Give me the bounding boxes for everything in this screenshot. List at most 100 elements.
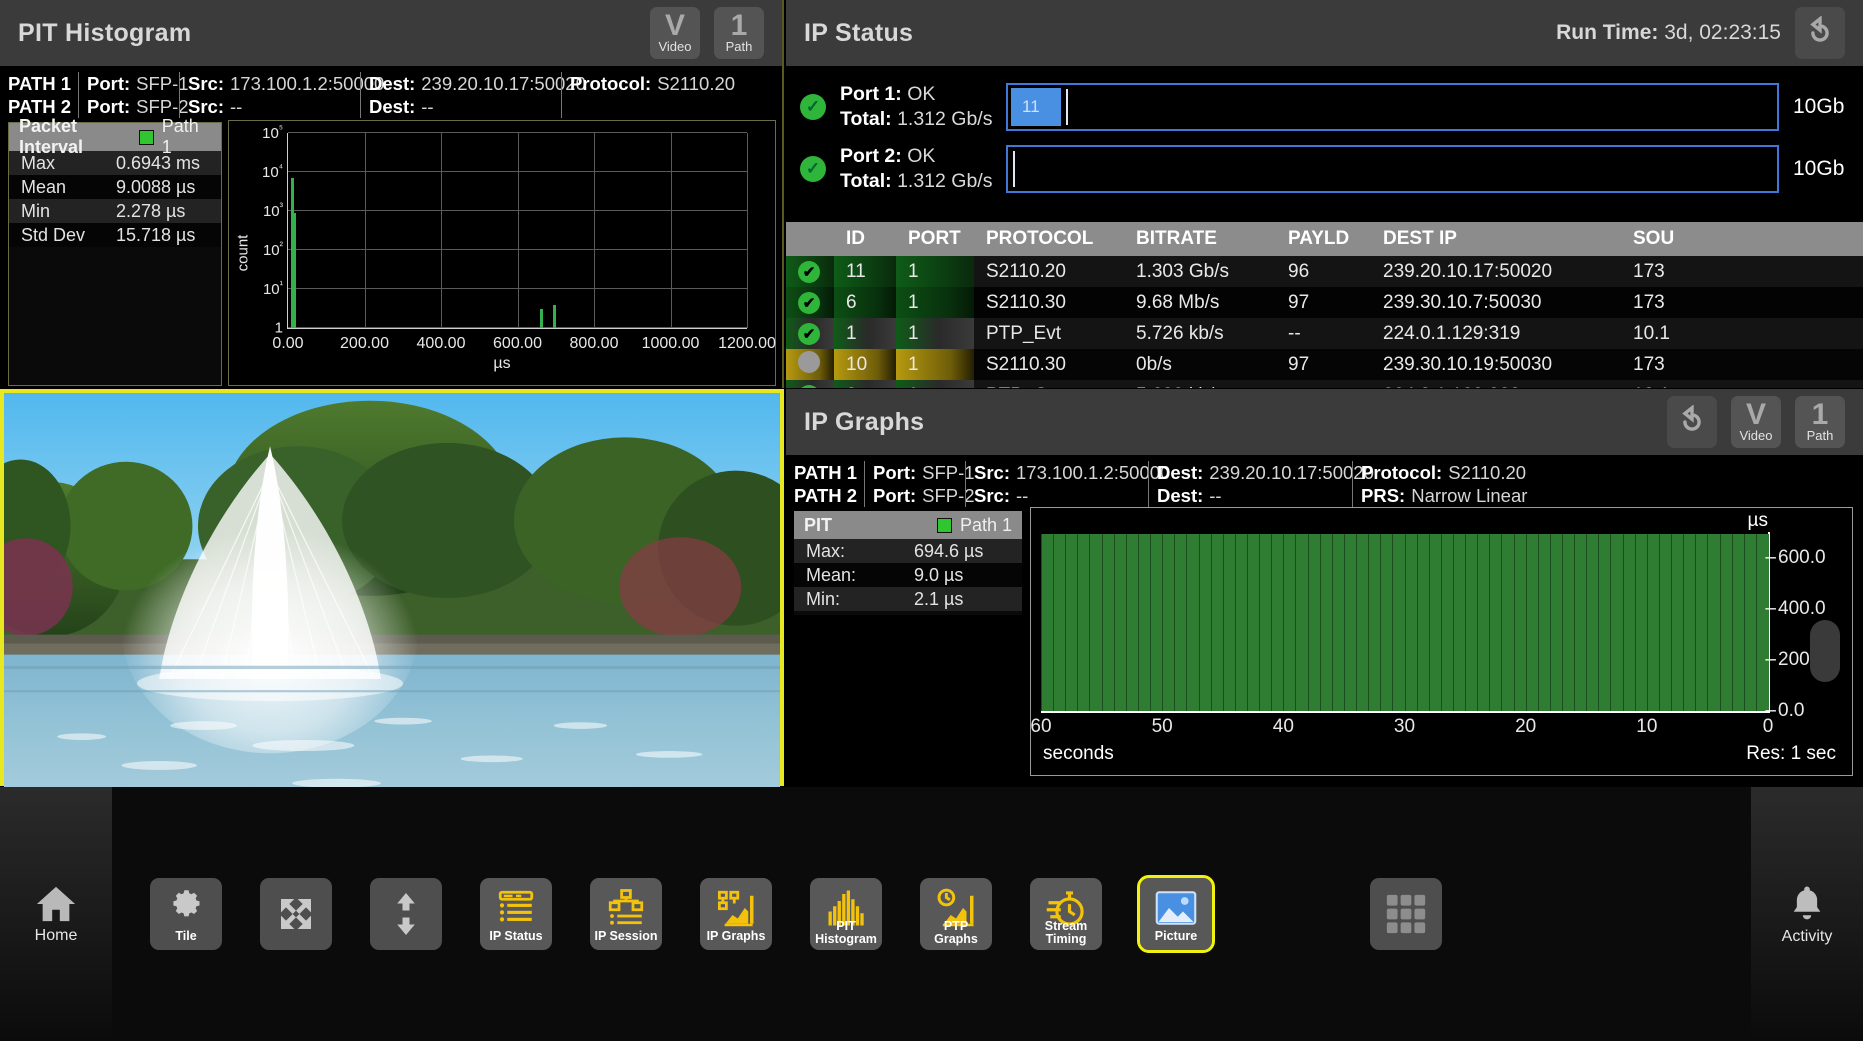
port-ok-icon: ✓	[800, 156, 826, 182]
port1-bandwidth-meter[interactable]: 11	[1006, 83, 1779, 131]
graph-bar	[1477, 533, 1490, 711]
port2-bandwidth-meter[interactable]	[1006, 145, 1779, 193]
toolbar-button-tile[interactable]: Tile	[150, 878, 222, 950]
toolbar-button-ip-status[interactable]: IP Status	[480, 878, 552, 950]
reset-button[interactable]	[1795, 7, 1845, 59]
cell-protocol: PTP_Evt	[974, 318, 1124, 349]
toolbar-buttons: Tile IP Status IP Session IP Graphs PIT Histo…	[112, 787, 1751, 1041]
path1-protocol: Protocol: S2110.20	[570, 73, 736, 94]
table-row[interactable]: 10 1 S2110.30 0b/s 97 239.30.10.19:50030 173	[786, 349, 1863, 380]
graph-bar	[1525, 533, 1539, 711]
graph-bar	[1549, 533, 1563, 711]
port1-meter-cursor	[1066, 89, 1069, 125]
th-dest-ip[interactable]: DEST IP	[1371, 222, 1621, 256]
port-status: OK	[907, 145, 936, 167]
path-row: PATH 2 Port: SFP-2 Src: -- Dest: -- PRS: Nar…	[786, 484, 1863, 507]
th-port[interactable]: PORT	[896, 222, 974, 256]
graph-stripe	[1489, 533, 1491, 711]
graph-x-tick: 20	[1515, 716, 1537, 737]
graph-y-tick: –400.0	[1765, 597, 1826, 619]
th-bitrate[interactable]: BITRATE	[1124, 222, 1276, 256]
table-row[interactable]: ✔ 11 1 S2110.20 1.303 Gb/s 96 239.20.10.17:500…	[786, 256, 1863, 287]
graph-scroll-handle[interactable]	[1810, 620, 1840, 682]
ip-status-table-container[interactable]: ID PORT PROTOCOL BITRATE PAYLD DEST IP S…	[786, 222, 1863, 388]
ip-status-table-body: ✔ 11 1 S2110.20 1.303 Gb/s 96 239.20.10.17:500…	[786, 256, 1863, 388]
toolbar-button-expand[interactable]	[260, 878, 332, 950]
toolbar-button-ip-graphs[interactable]: IP Graphs	[700, 878, 772, 950]
toolbar-button-updown-arrow[interactable]	[370, 878, 442, 950]
path-label: Path	[1806, 427, 1834, 443]
activity-label: Activity	[1781, 928, 1833, 945]
toolbar-button-label: PIT Histogram	[815, 919, 877, 946]
page-title: PIT Histogram	[18, 18, 192, 47]
graph-x-tick: 10	[1636, 716, 1658, 737]
table-row[interactable]: ✔21PTP_Gen5.683 kb/s--224.0.1.129:32010.…	[786, 380, 1863, 388]
toolbar-button-grid-apps[interactable]	[1370, 878, 1442, 950]
histogram-bar	[553, 304, 557, 328]
picture-panel[interactable]	[0, 389, 784, 815]
path-button[interactable]: 1 Path	[1795, 396, 1845, 448]
graph-bar	[1489, 533, 1503, 711]
graph-bar	[1125, 533, 1139, 711]
cell-port: 1	[896, 349, 974, 380]
th-source-ip[interactable]: SOU	[1621, 222, 1863, 256]
stat-row: Mean 9.0088 µs	[9, 175, 221, 199]
path-label: Path	[725, 38, 753, 54]
graph-stripe	[1671, 533, 1673, 711]
reset-button[interactable]	[1667, 396, 1717, 448]
path1-port: Port: SFP-1	[87, 73, 189, 94]
histogram-bar	[540, 309, 544, 328]
toolbar-button-ip-session[interactable]: IP Session	[590, 878, 662, 950]
graph-stripe	[1537, 533, 1539, 711]
th-protocol[interactable]: PROTOCOL	[974, 222, 1124, 256]
graph-bar	[1380, 533, 1393, 711]
pit-stats-header: PIT Path 1	[794, 511, 1022, 539]
cell-port: 1	[896, 287, 974, 318]
toolbar-button-stream-timing[interactable]: Stream Timing	[1030, 878, 1102, 950]
path1-label: PATH 1	[8, 73, 72, 94]
toolbar-button-pit-histogram[interactable]: PIT Histogram	[810, 878, 882, 950]
packet-interval-header: Packet Interval Path 1	[9, 116, 221, 157]
row-state-icon: ✔	[786, 380, 834, 388]
graph-stripe	[1525, 533, 1527, 711]
graph-bar	[1150, 533, 1163, 711]
table-row[interactable]: ✔ 1 1 PTP_Evt 5.726 kb/s -- 224.0.1.129:319 10.…	[786, 318, 1863, 349]
grid-apps-icon	[1383, 891, 1429, 937]
graph-bar	[1513, 533, 1527, 711]
cell-payld: --	[1276, 380, 1371, 388]
path1-port: Port: SFP-1	[873, 462, 975, 483]
video-button[interactable]: V Video	[1731, 396, 1781, 448]
cell-protocol: S2110.30	[974, 349, 1124, 380]
cell-source: 10.1	[1621, 380, 1863, 388]
pit-time-graph[interactable]: µs –0.0–200.0–400.0–600.0 60 50 40 30 20 10 0 s…	[1030, 507, 1853, 776]
activity-button[interactable]: Activity	[1751, 787, 1863, 1041]
video-label: Video	[1739, 427, 1773, 443]
cell-dest-ip: 239.20.10.17:50020	[1371, 256, 1621, 287]
port1-capacity: 10Gb	[1793, 95, 1845, 118]
toolbar-button-picture[interactable]: Picture	[1137, 875, 1215, 953]
toolbar-button-label: Picture	[1154, 929, 1198, 943]
graph-stripe	[1574, 533, 1576, 711]
graph-stripe	[1150, 533, 1152, 711]
path-button[interactable]: 1 Path	[714, 7, 764, 59]
graph-bar	[1671, 533, 1684, 711]
cell-dest-ip: 239.30.10.7:50030	[1371, 287, 1621, 318]
graph-y-tick: –600.0	[1765, 546, 1826, 568]
video-button[interactable]: V Video	[650, 7, 700, 59]
cell-protocol: S2110.20	[974, 256, 1124, 287]
cell-port: 1	[896, 318, 974, 349]
ip-status-title: IP Status	[804, 18, 914, 47]
ip-graphs-title: IP Graphs	[804, 407, 925, 436]
home-button[interactable]: Home	[0, 787, 112, 1041]
graph-stripe	[1125, 533, 1127, 711]
graph-x-tick: 50	[1151, 716, 1173, 737]
cell-port: 1	[896, 380, 974, 388]
table-row[interactable]: ✔ 6 1 S2110.30 9.68 Mb/s 97 239.30.10.7:50030 1…	[786, 287, 1863, 318]
row-state-icon: ✔	[786, 256, 834, 287]
th-id[interactable]: ID	[834, 222, 896, 256]
cell-id: 11	[834, 256, 896, 287]
x-axis-tick: 800.00	[569, 335, 619, 352]
toolbar-button-ptp-graphs[interactable]: PTP Graphs	[920, 878, 992, 950]
th-payld[interactable]: PAYLD	[1276, 222, 1371, 256]
graph-bar	[1731, 533, 1745, 711]
